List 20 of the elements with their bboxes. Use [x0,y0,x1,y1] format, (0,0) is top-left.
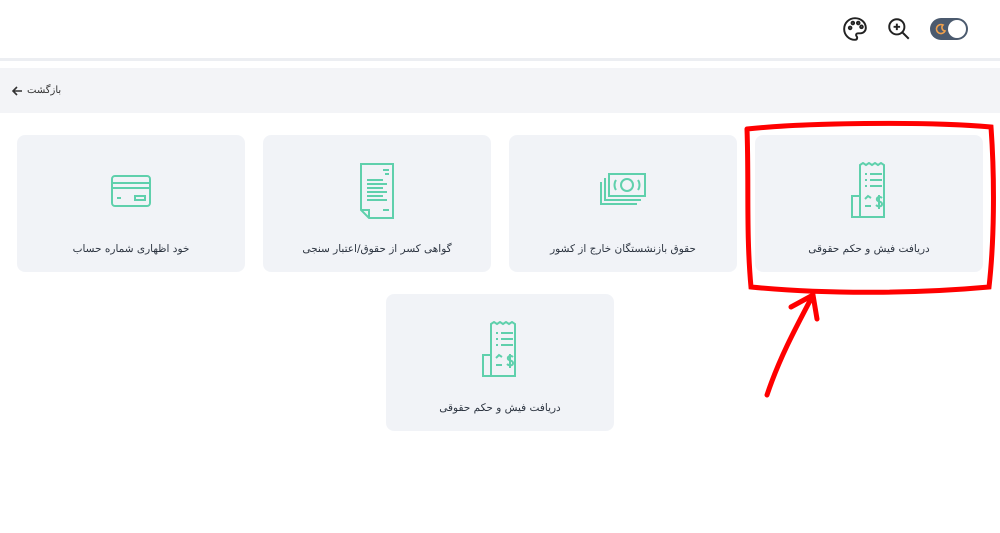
back-link[interactable]: بازگشت [12,85,62,96]
service-card[interactable]: دریافت فیش و حکم حقوقی [386,294,614,431]
service-card[interactable]: دریافت فیش و حکم حقوقی [755,135,983,272]
service-card[interactable]: خود اظهاری شماره حساب [17,135,245,272]
theme-toggle[interactable] [930,18,968,40]
bank-card-icon [111,175,151,207]
arrow-left-icon [12,86,23,96]
service-card[interactable]: حقوق بازنشستگان خارج از کشور [509,135,737,272]
card-label: گواهی کسر از حقوق/اعتبار سنجی [302,243,452,255]
card-label: خود اظهاری شماره حساب [72,243,190,255]
moon-icon [935,23,947,35]
document-icon [359,162,395,220]
palette-icon[interactable] [842,16,868,42]
zoom-in-icon[interactable] [886,16,912,42]
card-label: حقوق بازنشستگان خارج از کشور [550,243,696,255]
receipt-icon [481,321,519,379]
service-card[interactable]: گواهی کسر از حقوق/اعتبار سنجی [263,135,491,272]
receipt-icon [850,162,888,220]
card-label: دریافت فیش و حکم حقوقی [439,402,561,414]
card-label: دریافت فیش و حکم حقوقی [808,243,930,255]
